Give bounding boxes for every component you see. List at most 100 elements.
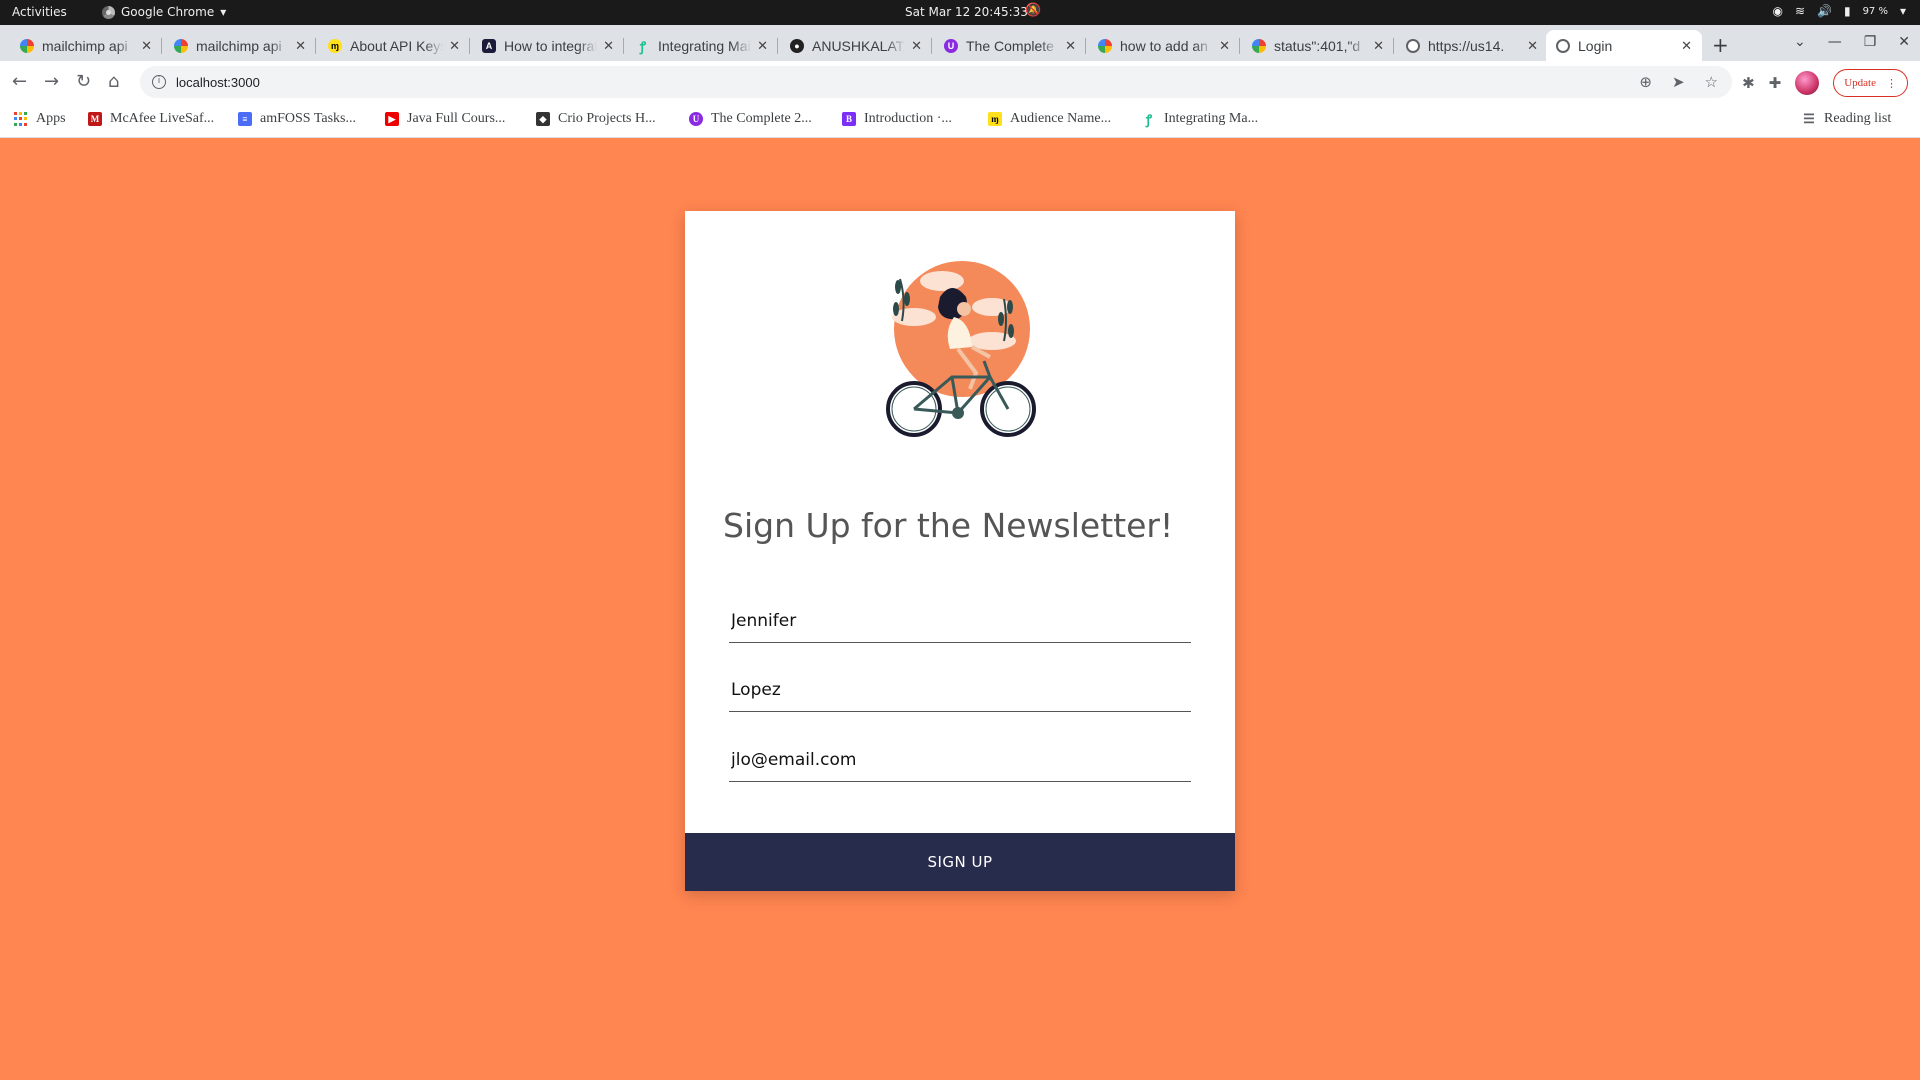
crio-icon: ◆ xyxy=(536,112,550,126)
cyclist-illustration xyxy=(886,261,1036,437)
forward-arrow-icon[interactable]: → xyxy=(44,71,59,92)
tab-strip: mailchimp api ✕ mailchimp api ✕ ɱ About … xyxy=(0,25,1920,61)
system-tray[interactable]: ◉ ≋ 🔊 ▮ 97 % ▾ xyxy=(1772,4,1906,18)
browser-tab[interactable]: U The Complete ✕ xyxy=(934,30,1086,61)
udemy-icon: U xyxy=(689,112,703,126)
reading-list-icon: ☰ xyxy=(1803,111,1815,126)
close-tab-icon[interactable]: ✕ xyxy=(1681,38,1692,54)
google-icon xyxy=(174,38,188,53)
minimize-icon[interactable]: — xyxy=(1828,34,1842,50)
bookmark-item[interactable]: ɱ Audience Name... xyxy=(988,111,1111,127)
tab-label: how to add an xyxy=(1120,37,1208,54)
tab-label: The Complete xyxy=(966,37,1054,54)
close-tab-icon[interactable]: ✕ xyxy=(1527,38,1538,54)
green-logo-icon: ꝭ xyxy=(1145,112,1153,127)
new-tab-button[interactable]: + xyxy=(1712,33,1729,57)
home-icon[interactable]: ⌂ xyxy=(108,71,119,92)
tab-label: mailchimp api xyxy=(196,37,282,54)
newsletter-heading: Sign Up for the Newsletter! xyxy=(723,506,1174,545)
activities-button[interactable]: Activities xyxy=(12,5,67,19)
restore-icon[interactable]: ❐ xyxy=(1864,34,1877,50)
reload-icon[interactable]: ↻ xyxy=(76,71,91,92)
tab-label: https://us14. xyxy=(1428,37,1505,54)
document-icon: ≡ xyxy=(238,112,252,126)
bookmark-item[interactable]: ꝭ Integrating Ma... xyxy=(1142,111,1258,127)
email-input[interactable] xyxy=(729,738,1191,782)
browser-tab-active[interactable]: Login ✕ xyxy=(1546,30,1702,61)
clock[interactable]: Sat Mar 12 20:45:33 xyxy=(905,5,1028,19)
youtube-icon: ▶ xyxy=(385,112,399,126)
browser-tab[interactable]: how to add an ✕ xyxy=(1088,30,1240,61)
toolbar-actions: ✱ ✚ Update ⋮ xyxy=(1742,69,1908,97)
bookmark-label: Apps xyxy=(36,111,66,126)
extensions-puzzle-icon[interactable]: ✚ xyxy=(1769,74,1782,92)
bookmark-item[interactable]: ◆ Crio Projects H... xyxy=(536,111,656,127)
browser-tab[interactable]: https://us14. ✕ xyxy=(1396,30,1548,61)
google-icon xyxy=(20,38,34,53)
close-tab-icon[interactable]: ✕ xyxy=(449,38,460,54)
close-tab-icon[interactable]: ✕ xyxy=(757,38,768,54)
back-arrow-icon[interactable]: ← xyxy=(12,71,27,92)
bookmark-item[interactable]: ≡ amFOSS Tasks... xyxy=(238,111,356,127)
bookmark-star-icon[interactable]: ☆ xyxy=(1705,73,1718,91)
bookmark-label: Java Full Cours... xyxy=(407,111,506,126)
app-menu-label: Google Chrome xyxy=(121,5,215,19)
tab-label: mailchimp api xyxy=(42,37,128,54)
signup-card: Sign Up for the Newsletter! SIGN UP xyxy=(685,211,1235,891)
browser-tab[interactable]: mailchimp api ✕ xyxy=(164,30,316,61)
browser-tab[interactable]: ● ANUSHKALATA ✕ xyxy=(780,30,932,61)
system-top-bar: Activities Google Chrome ▾ Sat Mar 12 20… xyxy=(0,0,1920,25)
tab-label: ANUSHKALATA xyxy=(812,37,906,54)
browser-tab[interactable]: mailchimp api ✕ xyxy=(10,30,162,61)
close-tab-icon[interactable]: ✕ xyxy=(911,38,922,54)
profile-avatar[interactable] xyxy=(1795,71,1820,95)
mailchimp-icon: ɱ xyxy=(988,112,1002,126)
browser-tab[interactable]: ꝭ Integrating Mailchimp ✕ xyxy=(626,30,778,61)
bookmark-label: Integrating Ma... xyxy=(1164,111,1259,126)
caret-down-icon: ▾ xyxy=(220,5,227,19)
bootstrap-icon: B xyxy=(842,112,856,126)
bookmark-apps[interactable]: Apps xyxy=(14,111,66,127)
close-tab-icon[interactable]: ✕ xyxy=(1219,38,1230,54)
first-name-input[interactable] xyxy=(729,599,1191,643)
app-menu[interactable]: Google Chrome ▾ xyxy=(102,5,226,19)
bug-extension-icon[interactable]: ✱ xyxy=(1742,74,1755,92)
battery-percent: 97 % xyxy=(1862,5,1888,17)
bookmark-item[interactable]: B Introduction ·... xyxy=(842,111,952,127)
close-tab-icon[interactable]: ✕ xyxy=(141,38,152,54)
tab-label: About API Keys xyxy=(350,37,444,54)
close-window-icon[interactable]: ✕ xyxy=(1898,34,1910,50)
zoom-icon[interactable]: ⊕ xyxy=(1639,73,1652,91)
bookmark-item[interactable]: M McAfee LiveSaf... xyxy=(88,111,214,127)
close-tab-icon[interactable]: ✕ xyxy=(1373,38,1384,54)
bookmark-item[interactable]: U The Complete 2... xyxy=(689,111,812,127)
url-text[interactable]: localhost:3000 xyxy=(176,75,260,90)
notifications-muted-icon: 🔕 xyxy=(1025,3,1042,18)
reading-list-button[interactable]: ☰ Reading list xyxy=(1802,111,1891,127)
close-tab-icon[interactable]: ✕ xyxy=(295,38,306,54)
send-icon[interactable]: ➤ xyxy=(1672,73,1685,91)
tab-search-icon[interactable]: ⌄ xyxy=(1794,34,1806,50)
dark-square-icon: A xyxy=(482,38,496,53)
sign-up-button[interactable]: SIGN UP xyxy=(685,833,1235,891)
browser-tab[interactable]: ɱ About API Keys ✕ xyxy=(318,30,470,61)
update-button[interactable]: Update ⋮ xyxy=(1833,69,1908,97)
mailchimp-icon: ɱ xyxy=(328,38,342,53)
close-tab-icon[interactable]: ✕ xyxy=(603,38,614,54)
tab-label: Login xyxy=(1578,37,1613,54)
discord-icon[interactable]: ◉ xyxy=(1772,4,1782,18)
last-name-input[interactable] xyxy=(729,668,1191,712)
tab-label: How to integrate xyxy=(504,37,598,54)
browser-toolbar: ← → ↻ ⌂ i localhost:3000 ⊕ ➤ ☆ ✱ ✚ Updat… xyxy=(0,61,1920,103)
globe-icon xyxy=(1406,38,1420,53)
bookmark-item[interactable]: ▶ Java Full Cours... xyxy=(385,111,505,127)
browser-tab[interactable]: status":401,"d ✕ xyxy=(1242,30,1394,61)
address-bar[interactable]: i localhost:3000 ⊕ ➤ ☆ xyxy=(140,66,1732,98)
reading-list-label: Reading list xyxy=(1824,111,1892,126)
update-label: Update xyxy=(1844,77,1876,89)
close-tab-icon[interactable]: ✕ xyxy=(1065,38,1076,54)
site-info-icon[interactable]: i xyxy=(152,75,166,89)
bookmark-label: The Complete 2... xyxy=(711,111,812,126)
github-icon: ● xyxy=(790,38,804,53)
browser-tab[interactable]: A How to integrate ✕ xyxy=(472,30,624,61)
